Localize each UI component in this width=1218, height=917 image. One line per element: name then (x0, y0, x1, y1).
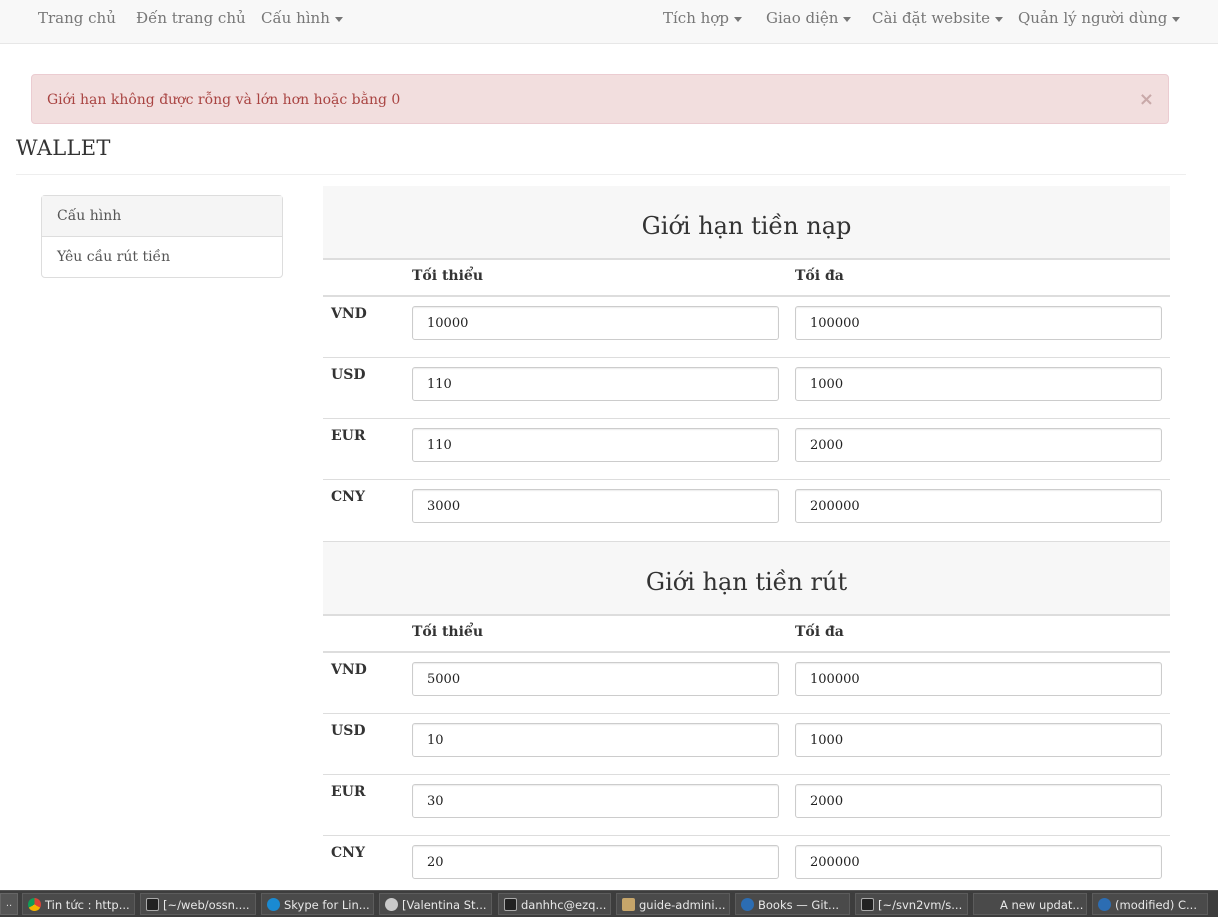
os-taskbar: .. Tin tức : http... [~/web/ossn.... Sky… (0, 890, 1218, 917)
row-divider (323, 418, 1170, 419)
withdraw-min-header: Tối thiểu (412, 624, 483, 640)
taskbar-item-terminal-ssh[interactable]: danhhc@ezq... (498, 893, 611, 915)
taskbar-item-label: guide-admini... (639, 898, 726, 912)
sidebar: Cấu hình Yêu cầu rút tiền (41, 195, 283, 278)
nav-user-management-dropdown[interactable]: Quản lý người dùng (1018, 0, 1181, 36)
top-navbar: Trang chủ Đến trang chủ Cấu hình Tích hợ… (0, 0, 1218, 44)
taskbar-item-label: A new updat... (1000, 898, 1084, 912)
nav-website-settings-dropdown[interactable]: Cài đặt website (872, 0, 1004, 36)
skype-icon (267, 898, 280, 911)
row-divider (323, 357, 1170, 358)
row-divider (323, 479, 1170, 480)
currency-label: CNY (331, 845, 365, 861)
nav-user-management-label: Quản lý người dùng (1018, 9, 1168, 27)
taskbar-item-valentina[interactable]: [Valentina St... (379, 893, 492, 915)
taskbar-item-label: Tin tức : http... (45, 898, 130, 912)
deposit-max-header: Tối đa (795, 268, 844, 284)
nav-config-label: Cấu hình (261, 9, 330, 27)
taskbar-item-skype[interactable]: Skype for Lin... (261, 893, 374, 915)
taskbar-item-label: Books — Git... (758, 898, 840, 912)
taskbar-item-terminal-svn[interactable]: [~/svn2vm/s... (855, 893, 968, 915)
nav-integration-dropdown[interactable]: Tích hợp (663, 0, 742, 36)
close-icon[interactable]: × (1139, 75, 1154, 125)
taskbar-item-books[interactable]: Books — Git... (735, 893, 850, 915)
deposit-header-divider (323, 295, 1170, 297)
taskbar-item-label: [Valentina St... (402, 898, 487, 912)
deposit-min-header: Tối thiểu (412, 268, 483, 284)
withdraw-limit-title: Giới hạn tiền rút (323, 541, 1170, 616)
nav-home-label: Trang chủ (38, 9, 116, 27)
withdraw-eur-max-input[interactable] (795, 784, 1162, 818)
app-icon (385, 898, 398, 911)
sidebar-item-withdraw-requests[interactable]: Yêu cầu rút tiền (42, 237, 282, 277)
deposit-eur-min-input[interactable] (412, 428, 779, 462)
taskbar-item-modified[interactable]: (modified) C... (1092, 893, 1208, 915)
withdraw-usd-max-input[interactable] (795, 723, 1162, 757)
sidebar-item-config[interactable]: Cấu hình (42, 196, 282, 237)
taskbar-item-chrome[interactable]: Tin tức : http... (22, 893, 135, 915)
terminal-icon (861, 898, 874, 911)
taskbar-item-label: (modified) C... (1115, 898, 1197, 912)
error-alert: Giới hạn không được rỗng và lớn hơn hoặc… (31, 74, 1169, 124)
withdraw-cny-max-input[interactable] (795, 845, 1162, 879)
deposit-cny-min-input[interactable] (412, 489, 779, 523)
alert-message: Giới hạn không được rỗng và lớn hơn hoặc… (47, 92, 401, 108)
caret-down-icon (843, 16, 852, 22)
deposit-cny-max-input[interactable] (795, 489, 1162, 523)
chrome-icon (28, 898, 41, 911)
row-divider (323, 835, 1170, 836)
nav-go-to-site-label: Đến trang chủ (136, 9, 246, 27)
nav-home[interactable]: Trang chủ (38, 0, 116, 36)
taskbar-item-folder[interactable]: guide-admini... (616, 893, 730, 915)
deposit-vnd-min-input[interactable] (412, 306, 779, 340)
currency-label: EUR (331, 428, 366, 444)
deposit-limit-title: Giới hạn tiền nạp (323, 186, 1170, 260)
withdraw-header-divider (323, 651, 1170, 653)
deposit-usd-max-input[interactable] (795, 367, 1162, 401)
currency-label: CNY (331, 489, 365, 505)
book-icon (741, 898, 754, 911)
nav-theme-label: Giao diện (766, 9, 839, 27)
nav-integration-label: Tích hợp (663, 9, 729, 27)
nav-config-dropdown[interactable]: Cấu hình (261, 0, 343, 36)
withdraw-vnd-min-input[interactable] (412, 662, 779, 696)
withdraw-usd-min-input[interactable] (412, 723, 779, 757)
folder-icon (622, 898, 635, 911)
deposit-usd-min-input[interactable] (412, 367, 779, 401)
taskbar-item-label: Skype for Lin... (284, 898, 370, 912)
taskbar-item-terminal-web[interactable]: [~/web/ossn.... (140, 893, 256, 915)
withdraw-max-header: Tối đa (795, 624, 844, 640)
nav-website-settings-label: Cài đặt website (872, 9, 991, 27)
sidebar-item-label: Yêu cầu rút tiền (57, 249, 171, 265)
deposit-eur-max-input[interactable] (795, 428, 1162, 462)
currency-label: VND (331, 662, 367, 678)
deposit-vnd-max-input[interactable] (795, 306, 1162, 340)
withdraw-eur-min-input[interactable] (412, 784, 779, 818)
row-divider (323, 713, 1170, 714)
row-divider (323, 774, 1170, 775)
taskbar-item-label: danhhc@ezq... (521, 898, 607, 912)
withdraw-vnd-max-input[interactable] (795, 662, 1162, 696)
page-header-divider (16, 174, 1186, 175)
caret-down-icon (1172, 16, 1181, 22)
nav-theme-dropdown[interactable]: Giao diện (766, 0, 852, 36)
caret-down-icon (995, 16, 1004, 22)
currency-label: USD (331, 723, 366, 739)
taskbar-item-update[interactable]: A new updat... (973, 893, 1087, 915)
taskbar-item-label: [~/web/ossn.... (163, 898, 250, 912)
book-icon (1098, 898, 1111, 911)
currency-label: USD (331, 367, 366, 383)
taskbar-menu-button[interactable]: .. (0, 893, 18, 915)
nav-go-to-site[interactable]: Đến trang chủ (136, 0, 246, 36)
caret-down-icon (733, 16, 742, 22)
terminal-icon (504, 898, 517, 911)
terminal-icon (146, 898, 159, 911)
caret-down-icon (334, 16, 343, 22)
currency-label: VND (331, 306, 367, 322)
taskbar-item-label: [~/svn2vm/s... (878, 898, 963, 912)
withdraw-cny-min-input[interactable] (412, 845, 779, 879)
currency-label: EUR (331, 784, 366, 800)
sidebar-item-label: Cấu hình (57, 208, 122, 224)
page-title: WALLET (16, 136, 111, 160)
